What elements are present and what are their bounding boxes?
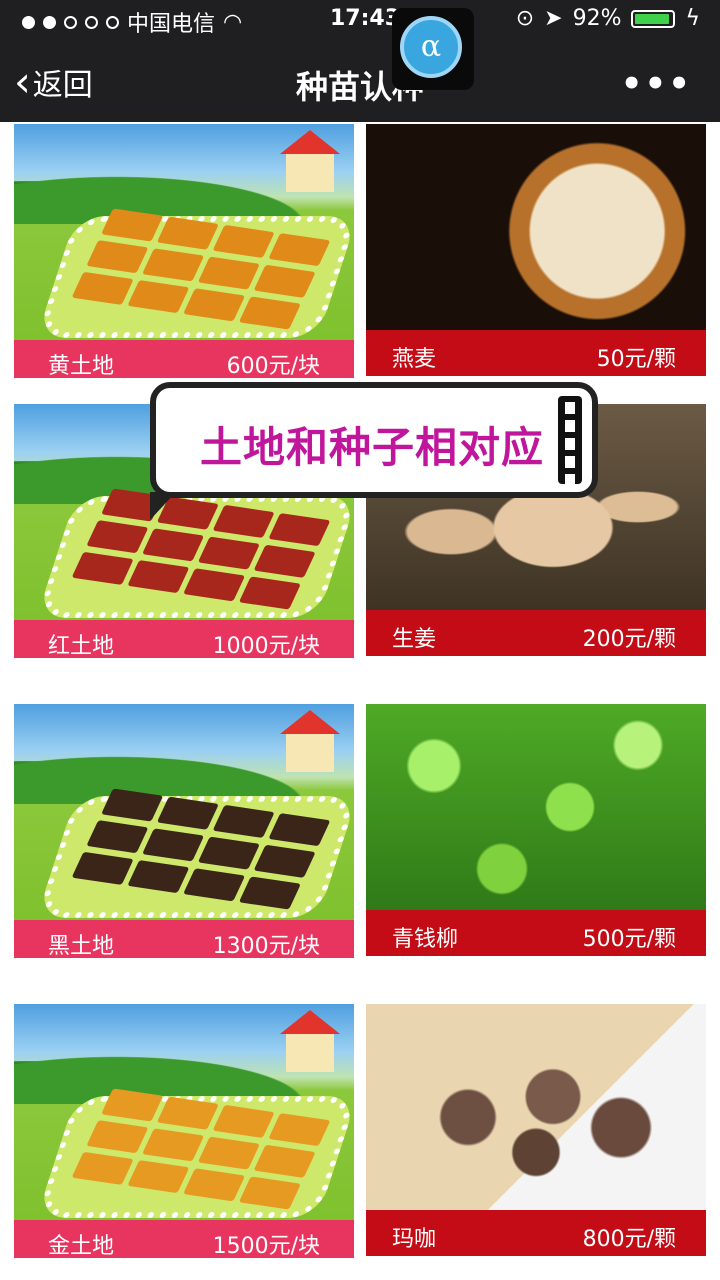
battery-percent: 92% bbox=[572, 6, 622, 31]
land-price: 1500元/块 bbox=[212, 1234, 320, 1258]
speech-bubble: 土地和种子相对应 bbox=[150, 382, 598, 520]
top-bar: 中国电信 ◠ 17:43 ⊙ ➤ 92% ϟ ‹ 返回 种苗认种 ••• α bbox=[0, 0, 720, 122]
seed-photo bbox=[366, 1004, 706, 1210]
seed-name: 玛咖 bbox=[392, 1227, 437, 1252]
seed-name: 燕麦 bbox=[392, 347, 437, 372]
film-strip-icon bbox=[558, 396, 582, 486]
battery-icon bbox=[631, 9, 676, 28]
seed-photo bbox=[366, 704, 706, 910]
speech-bubble-text: 土地和种子相对应 bbox=[200, 423, 545, 472]
land-price: 1300元/块 bbox=[212, 934, 320, 958]
signal-dot-2 bbox=[43, 15, 56, 29]
charging-icon: ϟ bbox=[685, 6, 700, 31]
land-caption: 红土地 1000元/块 bbox=[14, 620, 354, 658]
land-farm-image bbox=[14, 124, 354, 340]
status-right: ⊙ ➤ 92% ϟ bbox=[516, 6, 700, 31]
seed-card[interactable]: 燕麦 50元/颗 bbox=[366, 124, 706, 376]
land-card[interactable]: 黑土地 1300元/块 bbox=[14, 704, 354, 958]
rotation-lock-icon: ⊙ bbox=[515, 6, 535, 31]
seed-caption: 生姜 200元/颗 bbox=[366, 610, 706, 656]
land-card[interactable]: 金土地 1500元/块 bbox=[14, 1004, 354, 1258]
signal-dot-1 bbox=[22, 15, 35, 29]
seed-price: 200元/颗 bbox=[582, 627, 676, 652]
land-caption: 金土地 1500元/块 bbox=[14, 1220, 354, 1258]
seed-card[interactable]: 玛咖 800元/颗 bbox=[366, 1004, 706, 1256]
seed-caption: 玛咖 800元/颗 bbox=[366, 1210, 706, 1256]
land-price: 1000元/块 bbox=[212, 634, 320, 658]
land-price: 600元/块 bbox=[226, 354, 320, 378]
land-card[interactable]: 黄土地 600元/块 bbox=[14, 124, 354, 378]
wifi-icon: ◠ bbox=[223, 9, 243, 35]
land-caption: 黄土地 600元/块 bbox=[14, 340, 354, 378]
seed-caption: 青钱柳 500元/颗 bbox=[366, 910, 706, 956]
seed-name: 青钱柳 bbox=[392, 927, 459, 952]
land-name: 黄土地 bbox=[48, 354, 115, 378]
carrier-area: 中国电信 ◠ bbox=[22, 6, 242, 38]
page-title: 种苗认种 bbox=[295, 68, 424, 106]
land-name: 黑土地 bbox=[48, 934, 115, 958]
land-caption: 黑土地 1300元/块 bbox=[14, 920, 354, 958]
alpha-icon: α bbox=[400, 16, 462, 78]
signal-dot-4 bbox=[85, 15, 98, 29]
seed-price: 50元/颗 bbox=[596, 347, 676, 372]
seed-card[interactable]: 青钱柳 500元/颗 bbox=[366, 704, 706, 956]
floating-assistant-badge[interactable]: α bbox=[392, 8, 474, 90]
land-name: 金土地 bbox=[48, 1234, 115, 1258]
status-time: 17:43 bbox=[330, 6, 401, 31]
land-farm-image bbox=[14, 704, 354, 920]
signal-dot-5 bbox=[106, 15, 119, 29]
more-menu-button[interactable]: ••• bbox=[621, 64, 692, 104]
land-farm-image bbox=[14, 1004, 354, 1220]
signal-dot-3 bbox=[64, 15, 77, 29]
nav-bar: ‹ 返回 种苗认种 ••• bbox=[0, 40, 720, 122]
seed-name: 生姜 bbox=[392, 627, 437, 652]
seed-price: 500元/颗 bbox=[582, 927, 676, 952]
seed-photo bbox=[366, 124, 706, 330]
status-bar: 中国电信 ◠ 17:43 ⊙ ➤ 92% ϟ bbox=[0, 0, 720, 40]
carrier-name: 中国电信 bbox=[127, 12, 216, 37]
land-name: 红土地 bbox=[48, 634, 115, 658]
seed-caption: 燕麦 50元/颗 bbox=[366, 330, 706, 376]
seed-price: 800元/颗 bbox=[582, 1227, 676, 1252]
location-arrow-icon: ➤ bbox=[544, 6, 563, 31]
